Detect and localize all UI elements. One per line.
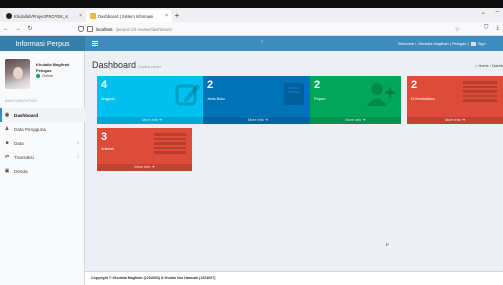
book-icon: ■ xyxy=(5,140,9,146)
sidebar-item-label: Denda xyxy=(14,168,28,174)
stat-number: 2 xyxy=(314,79,321,91)
github-icon xyxy=(6,13,12,19)
user-plus-icon xyxy=(367,81,395,112)
menu-toggle-icon[interactable] xyxy=(92,39,98,48)
page-info-icon xyxy=(87,26,93,32)
window-controls: ⌄ – xyxy=(481,9,499,16)
welcome-label: Welcome !, Khulaila Magfirah ( Petugas ) xyxy=(398,41,469,46)
back-icon[interactable]: ← xyxy=(0,26,12,32)
money-icon: ▣ xyxy=(4,168,10,174)
tab-title: Khulaifah/ProjectPROYEK_K xyxy=(14,13,69,19)
bookmark-star-icon[interactable]: ☆ xyxy=(455,26,460,33)
sidebar-item-label: Dashboard xyxy=(14,112,38,118)
sidebar-item-transaksi[interactable]: ⇄ Transaksi ‹ xyxy=(0,150,85,164)
minimize-icon[interactable]: – xyxy=(496,9,499,16)
footer-copyright: Copyright © Khulaila Magfirah (1204003) … xyxy=(91,276,216,280)
user-name: Khulaila Magfirah Petugas xyxy=(36,62,70,73)
more-info-link[interactable]: More info ➜ xyxy=(203,117,313,124)
new-tab-button[interactable]: + xyxy=(172,10,182,22)
shield-icon xyxy=(78,26,84,32)
url-field[interactable]: localhost/perpus-ci3-master/dashboard ☆ xyxy=(78,24,460,34)
stat-box-anggota: 4 Anggota More info ➜ xyxy=(97,76,207,124)
sidebar-menu: ◉ Dashboard ♟ Data Pengguna ■ Data ‹ ⇄ T… xyxy=(0,108,85,178)
more-info-link[interactable]: More info ➜ xyxy=(407,117,503,124)
avatar xyxy=(5,59,30,89)
browser-tab-bar: Khulaifah/ProjectPROYEK_K × Dashboard | … xyxy=(0,8,503,22)
user-icon xyxy=(470,41,476,46)
app-logo[interactable]: Informasi Perpus xyxy=(0,36,85,51)
stat-label: Anggota xyxy=(101,97,115,101)
pocket-icon[interactable]: ⛉ xyxy=(484,25,489,32)
download-icon[interactable]: ⤓ xyxy=(496,25,499,32)
breadcrumb: ⌂ Home › Dashb xyxy=(475,64,503,68)
page-subtitle: Control panel xyxy=(138,65,161,69)
stat-box-jenis-buku: 2 Jenis Buku More info ➜ xyxy=(203,76,313,124)
stat-label: Jenis Buku xyxy=(207,97,226,101)
breadcrumb-current: Dashb xyxy=(492,64,503,68)
toolbar-buttons: ⛉ ⤓ xyxy=(484,25,499,32)
url-host: localhost xyxy=(96,26,113,32)
chevron-down-icon[interactable]: ⌄ xyxy=(481,9,486,16)
status-dot-icon xyxy=(36,74,40,78)
page-footer: Copyright © Khulaila Magfirah (1204003) … xyxy=(85,271,503,285)
tab-title: Dashboard | Sistem Informasi xyxy=(98,13,154,19)
browser-window: Khulaifah/ProjectPROYEK_K × Dashboard | … xyxy=(0,0,503,285)
page-favicon-icon xyxy=(90,13,96,19)
nav-header: MAIN NAVIGATION xyxy=(5,99,38,103)
stat-number: 2 xyxy=(411,79,418,91)
browser-tab-github[interactable]: Khulaifah/ProjectPROYEK_K × xyxy=(2,10,86,22)
more-info-link[interactable]: More info ➜ xyxy=(97,164,192,171)
online-status: Online xyxy=(36,74,53,78)
mouse-cursor-icon: › xyxy=(261,39,263,45)
address-bar: ← → ↻ localhost/perpus-ci3-master/dashbo… xyxy=(0,22,503,36)
edit-icon xyxy=(175,81,201,112)
reload-icon[interactable]: ↻ xyxy=(24,25,36,32)
stat-label: Di Kembalikan xyxy=(411,97,435,101)
exchange-icon: ⇄ xyxy=(4,154,10,160)
close-icon[interactable]: × xyxy=(165,13,168,19)
sidebar-item-label: Data Pengguna xyxy=(14,126,46,132)
more-info-link[interactable]: More info ➜ xyxy=(97,117,207,124)
sidebar-item-dashboard[interactable]: ◉ Dashboard xyxy=(0,108,85,122)
main-content: Dashboard Control panel ⌂ Home › Dashb 4 … xyxy=(85,51,503,271)
dashboard-icon: ◉ xyxy=(4,112,10,118)
browser-tab-dashboard[interactable]: Dashboard | Sistem Informasi × xyxy=(86,10,172,22)
page-title: Dashboard Control panel xyxy=(92,60,161,70)
sidebar: Khulaila Magfirah Petugas Online MAIN NA… xyxy=(0,51,85,285)
stat-number: 2 xyxy=(207,79,214,91)
sidebar-item-denda[interactable]: ▣ Denda xyxy=(0,164,85,178)
sidebar-item-data[interactable]: ■ Data ‹ xyxy=(0,136,85,150)
list-icon xyxy=(154,133,186,154)
chevron-left-icon: ‹ xyxy=(77,140,79,146)
user-icon: ♟ xyxy=(4,126,10,132)
stat-label: Antrean xyxy=(101,147,114,151)
sidebar-item-data-pengguna[interactable]: ♟ Data Pengguna xyxy=(0,122,85,136)
url-path: /perpus-ci3-master/dashboard xyxy=(115,26,172,32)
breadcrumb-home[interactable]: Home xyxy=(478,64,488,68)
top-strip xyxy=(0,0,503,8)
list-icon xyxy=(463,81,497,102)
welcome-text: Welcome !, Khulaila Magfirah ( Petugas )… xyxy=(398,36,486,51)
page-title-text: Dashboard xyxy=(92,60,137,70)
forward-icon[interactable]: → xyxy=(12,26,24,32)
signout-link[interactable]: Sign xyxy=(478,41,486,46)
stat-number: 4 xyxy=(101,79,108,91)
stat-number: 3 xyxy=(101,131,108,143)
book-icon xyxy=(281,81,307,112)
stat-label: Pinjam xyxy=(314,97,326,101)
more-info-link[interactable]: More info ➜ xyxy=(310,117,401,124)
stat-box-di-kembalikan: 2 Di Kembalikan More info ➜ xyxy=(407,76,503,124)
status-label: Online xyxy=(42,74,53,78)
app-header: Informasi Perpus › Welcome !, Khulaila M… xyxy=(0,36,503,51)
sidebar-item-label: Transaksi xyxy=(14,154,34,160)
sidebar-item-label: Data xyxy=(14,140,24,146)
mouse-cursor-icon: ▹ xyxy=(386,242,390,248)
stat-box-pinjam: 2 Pinjam More info ➜ xyxy=(310,76,401,124)
stat-box-antrean: 3 Antrean More info ➜ xyxy=(97,128,192,171)
breadcrumb-separator: › xyxy=(489,64,491,68)
chevron-left-icon: ‹ xyxy=(77,154,79,160)
close-icon[interactable]: × xyxy=(79,13,82,19)
